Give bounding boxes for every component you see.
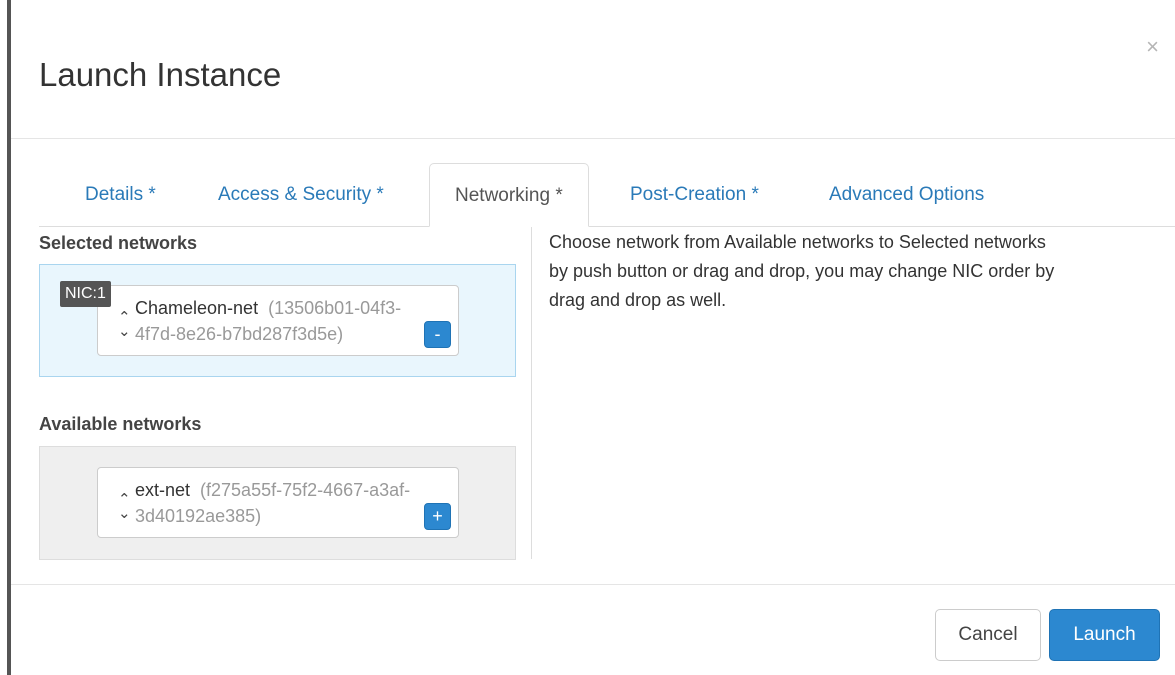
network-label: Chameleon-net (13506b01-04f3- 4f7d-8e26-b… (135, 295, 435, 347)
launch-button[interactable]: Launch (1049, 609, 1160, 661)
tab-access-security[interactable]: Access & Security * (218, 163, 384, 226)
cancel-button[interactable]: Cancel (935, 609, 1041, 661)
network-name: ext-net (135, 480, 191, 500)
dialog-title: Launch Instance (39, 56, 282, 93)
drag-handle-icon[interactable]: ⌃ ⌄ (118, 310, 131, 339)
launch-instance-dialog: × Launch Instance Details * Access & Sec… (11, 0, 1175, 675)
close-icon[interactable]: × (1146, 36, 1159, 58)
remove-network-button[interactable]: - (424, 321, 451, 348)
network-name: Chameleon-net (135, 298, 259, 318)
selected-network-item[interactable]: NIC:1 ⌃ ⌄ Chameleon-net (13506b01-04f3- 4f… (60, 281, 459, 356)
network-id-continued: 3d40192ae385) (135, 506, 262, 526)
network-id: (f275a55f-75f2-4667-a3af- (200, 480, 411, 500)
background-page-edge (0, 0, 11, 675)
nic-order-badge: NIC:1 (60, 281, 111, 307)
available-networks-heading: Available networks (39, 414, 202, 434)
selected-networks-heading: Selected networks (39, 233, 198, 253)
selected-networks-dropzone[interactable]: NIC:1 ⌃ ⌄ Chameleon-net (13506b01-04f3- 4f… (39, 264, 516, 377)
network-id: (13506b01-04f3- (268, 298, 402, 318)
footer-divider (11, 584, 1175, 585)
available-networks-dropzone[interactable]: ⌃ ⌄ ext-net (f275a55f-75f2-4667-a3af- 3d40… (39, 446, 516, 560)
header-divider (11, 138, 1175, 139)
network-id-continued: 4f7d-8e26-b7bd287f3d5e) (135, 324, 344, 344)
drag-handle-icon[interactable]: ⌃ ⌄ (118, 492, 131, 521)
column-divider (531, 227, 532, 559)
tab-post-creation[interactable]: Post-Creation * (630, 163, 759, 226)
networking-help-text: Choose network from Available networks t… (549, 232, 1055, 310)
tab-networking[interactable]: Networking * (429, 163, 589, 227)
tab-advanced-options[interactable]: Advanced Options (829, 163, 984, 226)
available-network-item[interactable]: ⌃ ⌄ ext-net (f275a55f-75f2-4667-a3af- 3d40… (97, 467, 459, 538)
add-network-button[interactable]: + (424, 503, 451, 530)
tab-details[interactable]: Details * (85, 163, 156, 226)
network-label: ext-net (f275a55f-75f2-4667-a3af- 3d40192… (135, 477, 435, 529)
tab-bar: Details * Access & Security * Networking… (39, 163, 1175, 227)
